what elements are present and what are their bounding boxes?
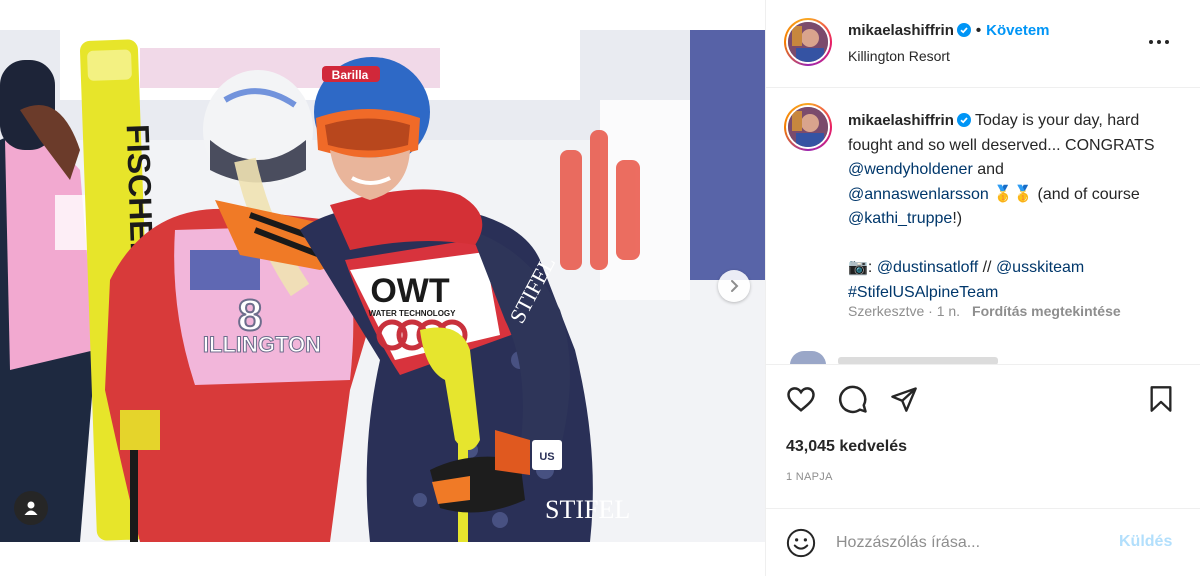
instagram-post-window: FISCHER 8 ILLINGTON OWT WATER TECHNOLOGY… <box>0 0 1200 576</box>
emoji-smile-icon[interactable] <box>786 528 816 558</box>
post-side-panel: mikaelashiffrin • Követem Killington Resor… <box>765 0 1200 576</box>
edited-label: Szerkesztve · 1 n. <box>848 303 961 319</box>
more-dot <box>1165 40 1169 44</box>
more-options-button[interactable] <box>1144 34 1174 50</box>
caption-username[interactable]: mikaelashiffrin <box>848 112 954 129</box>
caption-area: mikaelashiffrin Today is your day, hard … <box>766 89 1200 364</box>
caption-segment: and <box>972 161 1004 178</box>
like-button[interactable] <box>784 382 818 416</box>
next-comment-avatar <box>790 351 826 364</box>
user-tag-icon <box>24 501 38 515</box>
hashtag-link[interactable]: #StifelUSAlpineTeam <box>848 284 998 301</box>
avatar-image <box>788 107 828 147</box>
more-dot <box>1157 40 1161 44</box>
avatar-image <box>788 22 828 62</box>
sponsor-sub: WATER TECHNOLOGY <box>369 309 457 318</box>
post-media: FISCHER 8 ILLINGTON OWT WATER TECHNOLOGY… <box>0 0 765 576</box>
comment-bubble-icon <box>839 385 867 414</box>
team-patch-text: US <box>539 451 554 463</box>
chevron-right-icon <box>731 280 739 292</box>
more-options-icon <box>1149 40 1153 44</box>
caption-segment: : <box>867 259 877 276</box>
bib-text: ILLINGTON <box>203 332 321 357</box>
sponsor-logo: OWT <box>370 272 450 310</box>
dot-separator: • <box>975 22 982 39</box>
caption-text: mikaelashiffrin Today is your day, hard … <box>848 109 1168 305</box>
share-button[interactable] <box>887 382 921 416</box>
caption-meta: Szerkesztve · 1 n. Fordítás megtekintése <box>848 303 1121 319</box>
post-location[interactable]: Killington Resort <box>848 48 950 64</box>
next-comment-preview <box>838 357 998 364</box>
verified-badge-icon <box>956 113 971 127</box>
header-name-line: mikaelashiffrin • Követem <box>848 22 1050 39</box>
post-photo[interactable]: FISCHER 8 ILLINGTON OWT WATER TECHNOLOGY… <box>0 30 765 542</box>
mention-link[interactable]: @kathi_truppe <box>848 210 952 227</box>
paper-plane-icon <box>891 387 917 412</box>
helmet-brand-text: Barilla <box>332 68 369 82</box>
next-photo-button[interactable] <box>718 270 750 302</box>
translate-button[interactable]: Fordítás megtekintése <box>972 303 1121 319</box>
comment-button[interactable] <box>836 382 870 416</box>
author-username[interactable]: mikaelashiffrin <box>848 22 954 39</box>
follow-button[interactable]: Követem <box>986 22 1049 39</box>
bookmark-icon <box>1150 386 1172 412</box>
verified-badge-icon <box>956 23 971 37</box>
post-date[interactable]: 1 NAPJA <box>786 471 833 483</box>
author-avatar[interactable] <box>784 18 832 66</box>
mention-link[interactable]: @usskiteam <box>996 259 1084 276</box>
likes-count[interactable]: 43,045 kedvelés <box>786 438 907 456</box>
mention-link[interactable]: @dustinsatloff <box>877 259 978 276</box>
caption-segment: 🥇🥇 (and of course <box>988 185 1140 203</box>
tagged-users-button[interactable] <box>14 491 48 525</box>
caption-avatar[interactable] <box>784 103 832 151</box>
send-comment-button[interactable]: Küldés <box>1119 533 1172 551</box>
caption-segment: !) <box>952 210 963 227</box>
mention-link[interactable]: @wendyholdener <box>848 161 973 178</box>
post-header: mikaelashiffrin • Követem Killington Resor… <box>766 0 1200 88</box>
mention-link[interactable]: @annaswenlarsson <box>848 186 989 203</box>
comment-form: Küldés <box>766 508 1200 576</box>
suit-sponsor-text: STIFEL <box>545 495 630 524</box>
heart-icon <box>787 387 815 412</box>
save-button[interactable] <box>1144 382 1178 416</box>
camera-emoji: 📷 <box>848 259 868 276</box>
caption-segment: // <box>978 259 996 276</box>
comment-input[interactable] <box>836 528 1106 558</box>
